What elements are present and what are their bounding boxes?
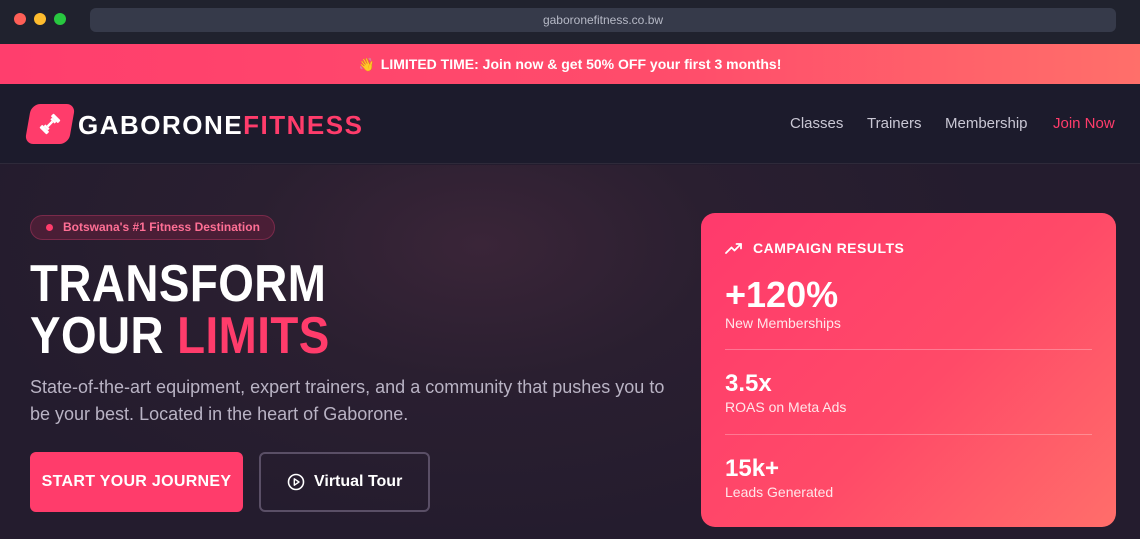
hero-subtitle: State-of-the-art equipment, expert train…	[30, 377, 665, 424]
campaign-results-card: CAMPAIGN RESULTS +120% New Memberships 3…	[701, 213, 1116, 527]
stat-label: Leads Generated	[725, 484, 834, 500]
stat-divider	[725, 349, 1092, 350]
stat-value: 15k+	[725, 455, 780, 482]
stat-roas: 3.5x ROAS on Meta Ads	[725, 370, 846, 415]
hero-title: TRANSFORM YOUR LIMITS	[30, 255, 330, 365]
site-header: GABORONEFITNESS Classes Trainers Members…	[0, 84, 1140, 164]
maximize-window-button[interactable]	[54, 13, 66, 25]
stat-label: ROAS on Meta Ads	[725, 399, 847, 415]
nav-trainers[interactable]: Trainers	[867, 115, 921, 133]
logo-wordmark[interactable]: GABORONEFITNESS	[78, 110, 363, 140]
stat-leads: 15k+ Leads Generated	[725, 455, 833, 500]
promo-text: LIMITED TIME: Join now & get 50% OFF you…	[380, 56, 782, 72]
dumbbell-icon	[39, 113, 61, 135]
start-journey-button[interactable]: START YOUR JOURNEY	[30, 452, 243, 512]
hero-badge: Botswana's #1 Fitness Destination	[30, 215, 275, 240]
stat-value: +120%	[725, 274, 839, 315]
trending-up-icon	[725, 243, 742, 254]
virtual-tour-button[interactable]: Virtual Tour	[259, 452, 430, 512]
stat-value: 3.5x	[725, 370, 772, 397]
play-circle-icon	[287, 473, 305, 491]
stat-label: New Memberships	[725, 315, 841, 331]
hero-section: Botswana's #1 Fitness Destination TRANSF…	[0, 165, 1140, 539]
badge-dot-icon	[46, 224, 53, 231]
address-bar[interactable]: gaboronefitness.co.bw	[90, 8, 1116, 32]
close-window-button[interactable]	[14, 13, 26, 25]
nav-membership[interactable]: Membership	[945, 115, 1028, 133]
logo[interactable]	[24, 104, 76, 144]
minimize-window-button[interactable]	[34, 13, 46, 25]
nav-classes[interactable]: Classes	[790, 115, 843, 133]
stat-new-memberships: +120% New Memberships	[725, 274, 841, 332]
waving-hand-icon: 👋	[358, 57, 375, 72]
nav-join-now[interactable]: Join Now	[1053, 115, 1115, 133]
promo-banner: 👋 LIMITED TIME: Join now & get 50% OFF yo…	[0, 44, 1140, 84]
stat-divider	[725, 434, 1092, 435]
browser-chrome: gaboronefitness.co.bw	[0, 0, 1140, 44]
